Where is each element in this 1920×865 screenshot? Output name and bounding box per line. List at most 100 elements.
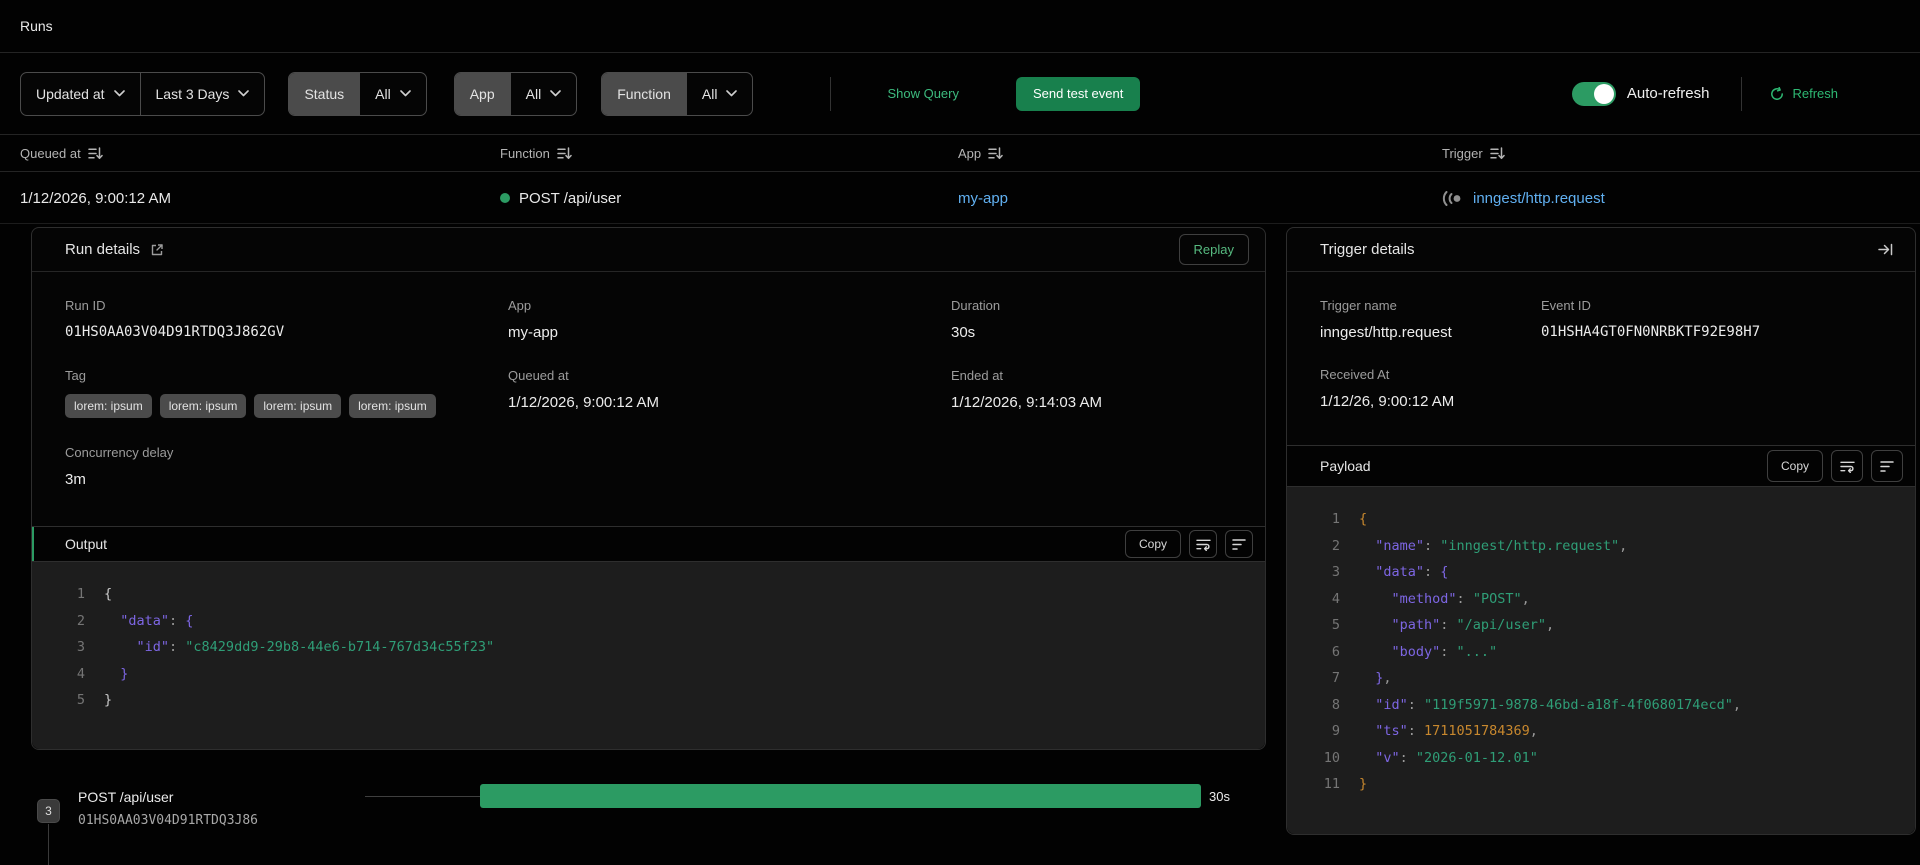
column-header-function[interactable]: Function bbox=[500, 135, 572, 172]
code-line: 4 "method": "POST", bbox=[1320, 586, 1915, 613]
code-token: : bbox=[1399, 749, 1416, 766]
format-align-icon[interactable] bbox=[1871, 450, 1903, 482]
code-token: : bbox=[1456, 590, 1473, 607]
line-number: 3 bbox=[76, 639, 85, 655]
column-header-queued-at[interactable]: Queued at bbox=[20, 135, 103, 172]
filter-divider bbox=[1741, 76, 1743, 111]
code-token: "2026-01-12.01" bbox=[1415, 749, 1538, 766]
show-query-link[interactable]: Show Query bbox=[887, 86, 959, 101]
code-token: : bbox=[1424, 537, 1441, 554]
code-token: : bbox=[1407, 696, 1425, 713]
chevron-down-icon bbox=[113, 90, 125, 97]
status-filter-value[interactable]: All bbox=[359, 72, 426, 115]
trigger-details-title: Trigger details bbox=[1320, 241, 1415, 258]
field-run-id: Run ID 01HS0AA03V04D91RTDQ3J862GV bbox=[65, 298, 285, 340]
sort-icon bbox=[988, 147, 1003, 160]
run-details-title: Run details bbox=[65, 241, 141, 258]
field-queued-at: Queued at 1/12/2026, 9:00:12 AM bbox=[508, 368, 659, 411]
word-wrap-icon[interactable] bbox=[1189, 530, 1217, 558]
runs-table-header: Queued at Function App Trigger bbox=[0, 135, 1920, 172]
output-section: Output Copy 1{2 "data": {3 "id": "c8429d… bbox=[32, 526, 1265, 749]
field-duration: Duration 30s bbox=[951, 298, 1001, 341]
refresh-button[interactable]: Refresh bbox=[1770, 86, 1838, 101]
code-token: , bbox=[1545, 617, 1555, 633]
column-header-app[interactable]: App bbox=[958, 135, 1003, 172]
status-filter[interactable]: Status All bbox=[288, 71, 427, 116]
line-number: 10 bbox=[1323, 749, 1340, 766]
line-number: 1 bbox=[1331, 511, 1340, 527]
tag-badge: lorem: ipsum bbox=[349, 394, 436, 418]
trigger-details-header: Trigger details bbox=[1287, 228, 1915, 272]
line-number: 1 bbox=[76, 586, 85, 602]
payload-title: Payload bbox=[1320, 458, 1371, 474]
send-test-event-button[interactable]: Send test event bbox=[1016, 76, 1141, 111]
code-token: { bbox=[104, 586, 113, 602]
code-token: : bbox=[1424, 564, 1441, 580]
code-token: "c8429dd9-29b8-44e6-b714-767d34c55f23" bbox=[185, 639, 495, 655]
column-header-trigger[interactable]: Trigger bbox=[1442, 135, 1505, 172]
code-token: "body" bbox=[1359, 643, 1441, 660]
tag-badge: lorem: ipsum bbox=[254, 394, 342, 418]
top-bar: Runs bbox=[0, 0, 1920, 53]
trigger-details-panel: Trigger details Trigger name inngest/htt… bbox=[1286, 227, 1916, 835]
output-code-viewer: 1{2 "data": {3 "id": "c8429dd9-29b8-44e6… bbox=[32, 562, 1265, 749]
auto-refresh-label: Auto-refresh bbox=[1626, 85, 1710, 102]
code-token: { bbox=[1440, 564, 1449, 580]
format-align-icon[interactable] bbox=[1225, 530, 1253, 558]
function-filter[interactable]: Function All bbox=[601, 71, 754, 116]
function-filter-value[interactable]: All bbox=[685, 72, 753, 115]
code-token: "path" bbox=[1359, 617, 1441, 633]
code-token: } bbox=[104, 665, 129, 682]
run-table-row[interactable]: 1/12/2026, 9:00:12 AM POST /api/user my-… bbox=[0, 172, 1920, 224]
timeline-connector-line bbox=[48, 824, 49, 865]
line-number: 3 bbox=[1331, 564, 1340, 580]
code-token: "POST" bbox=[1472, 590, 1522, 607]
timeline-function-name: POST /api/user bbox=[78, 789, 174, 805]
line-number: 7 bbox=[1331, 670, 1340, 686]
app-filter-value[interactable]: All bbox=[509, 72, 577, 115]
code-token: : bbox=[1440, 643, 1457, 660]
code-line: 10 "v": "2026-01-12.01" bbox=[1320, 745, 1915, 772]
page-title: Runs bbox=[20, 18, 53, 34]
field-tag: Tag lorem: ipsum lorem: ipsum lorem: ipsum… bbox=[65, 368, 508, 418]
collapse-panel-icon[interactable] bbox=[1872, 243, 1899, 256]
app-link[interactable]: my-app bbox=[508, 324, 951, 341]
code-line: 5} bbox=[65, 687, 1265, 714]
step-count-badge[interactable]: 3 bbox=[37, 799, 60, 823]
code-token: "data" bbox=[104, 612, 170, 629]
chevron-down-icon bbox=[399, 90, 411, 97]
copy-button[interactable]: Copy bbox=[1766, 450, 1823, 482]
code-token: } bbox=[1359, 776, 1368, 792]
external-link-icon[interactable] bbox=[150, 243, 164, 257]
app-link[interactable]: my-app bbox=[958, 190, 1008, 207]
app-filter[interactable]: App All bbox=[453, 71, 578, 116]
refresh-icon bbox=[1770, 86, 1784, 101]
time-field-dropdown[interactable]: Updated at bbox=[21, 73, 139, 115]
code-token: "name" bbox=[1359, 537, 1425, 554]
field-app: App my-app bbox=[508, 298, 951, 341]
field-ended-at: Ended at 1/12/2026, 9:14:03 AM bbox=[951, 368, 1102, 411]
sort-icon bbox=[1489, 147, 1505, 160]
code-token: "method" bbox=[1359, 590, 1457, 607]
time-range-dropdown[interactable]: Last 3 Days bbox=[139, 72, 265, 115]
code-token: 1711051784369 bbox=[1424, 723, 1530, 739]
timeline-duration-label: 30s bbox=[1209, 789, 1230, 804]
payload-code-viewer: 1 {2 "name": "inngest/http.request", 3 "da… bbox=[1287, 487, 1915, 834]
code-token: "data" bbox=[1359, 564, 1425, 580]
timeline-duration-bar[interactable] bbox=[480, 784, 1201, 808]
trigger-link[interactable]: inngest/http.request bbox=[1473, 190, 1605, 207]
filter-divider bbox=[830, 76, 832, 111]
code-token: , bbox=[1383, 670, 1392, 686]
field-trigger-name: Trigger name inngest/http.request bbox=[1320, 298, 1452, 341]
toggle-knob bbox=[1593, 83, 1614, 104]
code-line: 4 } bbox=[65, 661, 1265, 688]
tag-badge-list: lorem: ipsum lorem: ipsum lorem: ipsum lore… bbox=[65, 394, 508, 418]
word-wrap-icon[interactable] bbox=[1831, 450, 1863, 482]
replay-button[interactable]: Replay bbox=[1178, 234, 1249, 265]
copy-button[interactable]: Copy bbox=[1124, 530, 1181, 558]
tag-badge: lorem: ipsum bbox=[65, 394, 152, 418]
auto-refresh-toggle[interactable] bbox=[1571, 81, 1616, 106]
app-filter-label: App bbox=[454, 72, 510, 115]
payload-section: Payload Copy 1 {2 "name": "inngest/http.r… bbox=[1287, 445, 1915, 834]
code-line: 2 "name": "inngest/http.request", bbox=[1320, 533, 1915, 560]
